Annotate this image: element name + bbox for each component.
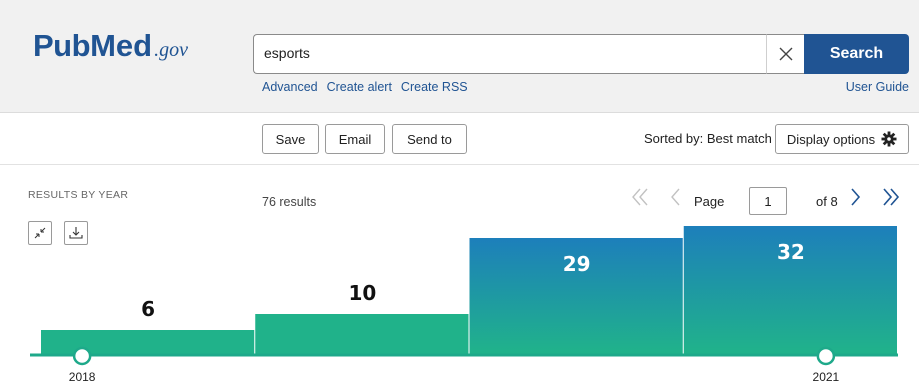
create-alert-link[interactable]: Create alert <box>327 80 392 94</box>
chart-bar-value-label: 6 <box>141 297 155 321</box>
chart-bar-value-label: 32 <box>777 240 805 264</box>
chart-bar-2018[interactable] <box>41 330 255 354</box>
results-count: 76 results <box>262 195 317 209</box>
logo-m-text: M <box>90 28 116 63</box>
sort-order-label[interactable]: Sorted by: Best match <box>644 131 772 146</box>
search-input[interactable] <box>264 45 764 61</box>
chart-tick-label-2021: 2021 <box>813 370 840 384</box>
clear-search-button[interactable] <box>766 34 804 74</box>
chart-tick-label-2018: 2018 <box>69 370 96 384</box>
email-button[interactable]: Email <box>325 124 385 154</box>
advanced-link[interactable]: Advanced <box>262 80 318 94</box>
chart-bar-value-label: 29 <box>563 252 591 276</box>
search-field[interactable] <box>253 34 803 74</box>
year-range-handle-2021[interactable] <box>816 346 836 366</box>
close-icon <box>779 47 792 61</box>
double-chevron-left-icon <box>632 188 648 206</box>
pubmed-logo[interactable]: Pub M ed .gov <box>33 28 188 68</box>
logo-gov-text: .gov <box>154 39 188 61</box>
search-button[interactable]: Search <box>804 34 909 74</box>
logo-ed-text: ed <box>115 28 153 63</box>
chart-bar-value-label: 10 <box>348 281 376 305</box>
save-button[interactable]: Save <box>262 124 319 154</box>
logo-pub-text: Pub <box>33 28 91 63</box>
results-by-year-chart[interactable]: 6 10 29 32 2018 2021 <box>0 210 919 384</box>
search-links: Advanced Create alert Create RSS <box>262 80 477 94</box>
send-to-button[interactable]: Send to <box>392 124 467 154</box>
chevron-right-icon <box>851 188 861 206</box>
toolbar-divider <box>0 164 919 165</box>
gear-icon <box>881 131 897 147</box>
double-chevron-right-icon <box>883 188 900 206</box>
user-guide-link[interactable]: User Guide <box>846 80 909 94</box>
create-rss-link[interactable]: Create RSS <box>401 80 468 94</box>
chevron-left-icon <box>671 188 680 206</box>
year-range-handle-2018[interactable] <box>72 346 92 366</box>
chart-bar-2019[interactable] <box>255 314 469 354</box>
display-options-button[interactable]: Display options <box>775 124 909 154</box>
results-by-year-title: RESULTS BY YEAR <box>28 189 129 201</box>
display-options-label: Display options <box>786 131 876 147</box>
header-bar: Pub M ed .gov Search Advanced Create aler… <box>0 0 919 113</box>
